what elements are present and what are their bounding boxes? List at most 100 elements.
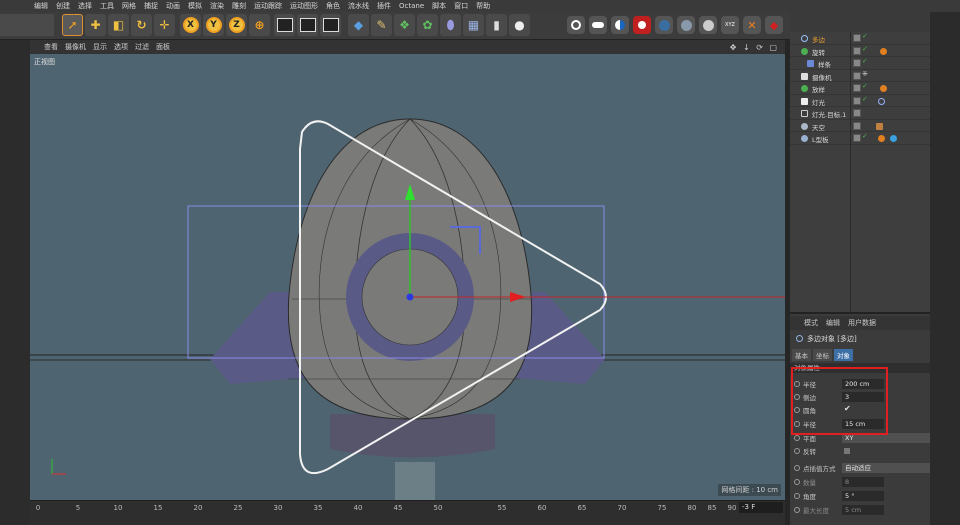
timeline[interactable]: 0 5 10 15 20 25 30 35 40 45 50 55 60 65 … <box>30 500 785 525</box>
z-axis-button[interactable]: Z <box>226 14 247 36</box>
viewport-menu-display[interactable]: 显示 <box>93 42 107 52</box>
checkbox-box[interactable] <box>844 448 850 454</box>
animate-dot-icon[interactable] <box>794 493 800 499</box>
object-row[interactable]: 放样 ✓ <box>790 82 930 95</box>
enabled-check-icon[interactable]: ✓ <box>862 95 868 103</box>
menu-snap[interactable]: 捕捉 <box>144 1 158 11</box>
viewport-menu-panel[interactable]: 面板 <box>156 42 170 52</box>
menu-simulate[interactable]: 模拟 <box>188 1 202 11</box>
object-origin[interactable] <box>406 293 414 301</box>
target-tag-icon[interactable] <box>878 97 885 105</box>
menu-octane[interactable]: Octane <box>399 2 424 10</box>
viewport-menu-filter[interactable]: 过滤 <box>135 42 149 52</box>
light-button[interactable]: ● <box>509 14 530 36</box>
attr-menu-mode[interactable]: 模式 <box>804 318 818 328</box>
octane-live-viewer-button[interactable] <box>589 16 607 34</box>
octane-scatter-button[interactable]: ✕ <box>743 16 761 34</box>
render-settings-button[interactable] <box>320 14 341 36</box>
recent-tool-button[interactable]: ✛ <box>154 14 175 36</box>
layer-checkbox[interactable] <box>853 46 861 55</box>
layer-checkbox[interactable] <box>853 71 861 80</box>
material-tag-icon[interactable] <box>880 85 887 92</box>
viewport-nav-icons[interactable]: ✥ ↓ ⟳ ▢ <box>730 43 779 52</box>
tab-basic[interactable]: 基本 <box>792 349 811 361</box>
viewport-menu-options[interactable]: 选项 <box>114 42 128 52</box>
live-selection-button[interactable]: ➚ <box>62 14 83 36</box>
object-row[interactable]: 多边 ✓ <box>790 32 930 45</box>
coordinate-system-button[interactable]: ⊕ <box>249 14 270 36</box>
scale-button[interactable]: ◧ <box>108 14 129 36</box>
enabled-check-icon[interactable]: ✓ <box>862 45 868 53</box>
layer-checkbox[interactable] <box>853 34 861 42</box>
animate-dot-icon[interactable] <box>794 479 800 485</box>
menu-render[interactable]: 渲染 <box>210 1 224 11</box>
octane-drop-button[interactable]: ◆ <box>765 16 783 34</box>
rotate-button[interactable]: ↻ <box>131 14 152 36</box>
animate-dot-icon[interactable] <box>794 435 800 441</box>
layer-checkbox[interactable] <box>853 96 861 105</box>
cube-button[interactable]: ◆ <box>348 14 369 36</box>
reverse-checkbox[interactable]: 反转 <box>794 445 930 457</box>
menu-script[interactable]: 脚本 <box>432 1 446 11</box>
angle-field[interactable]: 角度 5 ° <box>794 490 930 502</box>
octane-material-button[interactable] <box>611 16 629 34</box>
octane-camera-button[interactable] <box>633 16 651 34</box>
octane-settings-button[interactable] <box>567 16 585 34</box>
menu-character[interactable]: 角色 <box>326 1 340 11</box>
octane-xyz-button[interactable]: XYZ <box>721 16 739 34</box>
menu-window[interactable]: 窗口 <box>454 1 468 11</box>
target-tag-icon[interactable]: ⁜ <box>862 70 868 78</box>
menu-mograph[interactable]: 运动图形 <box>290 1 318 11</box>
menu-select[interactable]: 选择 <box>78 1 92 11</box>
layer-checkbox[interactable] <box>853 59 861 67</box>
viewport-menu-camera[interactable]: 摄像机 <box>65 42 86 52</box>
menu-animate[interactable]: 动画 <box>166 1 180 11</box>
layer-checkbox[interactable] <box>853 84 861 92</box>
material-tag-icon[interactable] <box>878 135 885 142</box>
pen-button[interactable]: ✎ <box>371 14 392 36</box>
tab-coord[interactable]: 坐标 <box>813 349 832 361</box>
octane-sphere-button[interactable] <box>655 16 673 34</box>
field-value[interactable]: 5 ° <box>842 491 884 501</box>
front-viewport[interactable]: 正视图 网格间距 : 10 cm <box>30 54 785 500</box>
deformer-button[interactable]: ⬮ <box>440 14 461 36</box>
object-row[interactable]: L型板 ✓ <box>790 132 930 145</box>
texture-tag-icon[interactable] <box>876 122 883 130</box>
animate-dot-icon[interactable] <box>794 507 800 513</box>
camera-button[interactable]: ▮ <box>486 14 507 36</box>
layer-checkbox[interactable] <box>853 109 861 117</box>
render-picture-viewer-button[interactable] <box>297 14 318 36</box>
field-value[interactable]: 5 cm <box>842 505 884 515</box>
octane-light-button[interactable] <box>699 16 717 34</box>
animate-dot-icon[interactable] <box>794 448 800 454</box>
object-row[interactable]: 天空 <box>790 120 930 132</box>
menu-motion-tracking[interactable]: 运动跟踪 <box>254 1 282 11</box>
field-value[interactable]: 8 <box>842 477 884 487</box>
undo-redo-block[interactable] <box>0 14 54 36</box>
object-row[interactable]: 灯光.目标.1 <box>790 107 930 120</box>
material-tag-icon[interactable] <box>890 135 897 142</box>
octane-sphere2-button[interactable] <box>677 16 695 34</box>
object-row[interactable]: 旋转 ✓ <box>790 45 930 57</box>
field-value[interactable]: 自动适应 <box>842 463 930 473</box>
floor-button[interactable]: ▦ <box>463 14 484 36</box>
object-row[interactable]: 摄像机 ⁜ <box>790 70 930 82</box>
menu-sculpt[interactable]: 雕刻 <box>232 1 246 11</box>
tab-object[interactable]: 对象 <box>834 349 853 361</box>
render-view-button[interactable] <box>274 14 295 36</box>
viewport-menu-view[interactable]: 查看 <box>44 42 58 52</box>
enabled-check-icon[interactable]: ✓ <box>862 82 868 90</box>
current-frame-field[interactable]: -3 F <box>739 502 783 513</box>
layer-checkbox[interactable] <box>853 134 861 142</box>
enabled-check-icon[interactable]: ✓ <box>862 32 868 40</box>
animate-dot-icon[interactable] <box>794 465 800 471</box>
layer-checkbox[interactable] <box>853 121 861 130</box>
menu-pipeline[interactable]: 流水线 <box>348 1 369 11</box>
enabled-check-icon[interactable]: ✓ <box>862 57 868 65</box>
menu-plugins[interactable]: 插件 <box>377 1 391 11</box>
menu-create[interactable]: 创建 <box>56 1 70 11</box>
phong-tag-icon[interactable] <box>880 47 887 55</box>
max-length-field[interactable]: 最大长度 5 cm <box>794 504 930 516</box>
menu-tools[interactable]: 工具 <box>100 1 114 11</box>
number-field[interactable]: 数量 8 <box>794 476 930 488</box>
